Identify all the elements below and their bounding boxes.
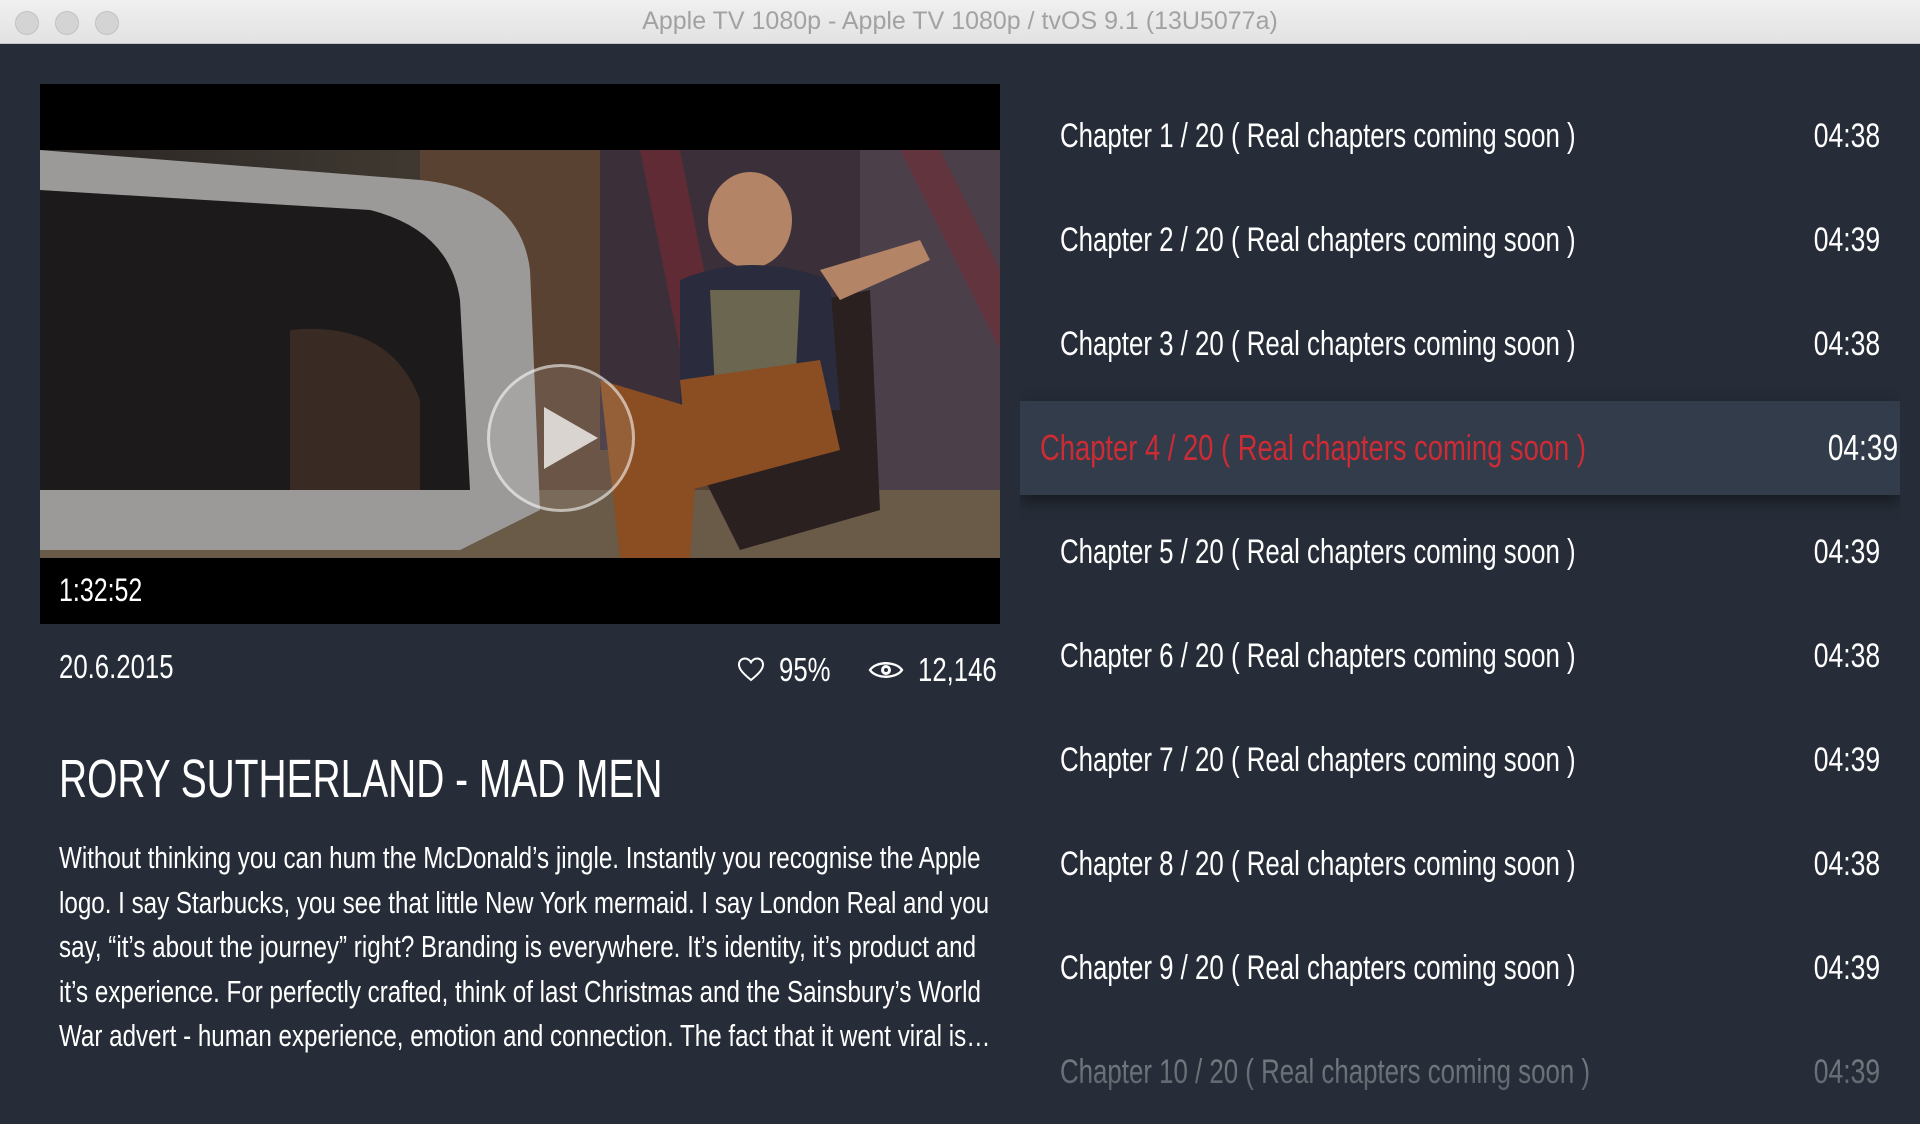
- chapter-duration: 04:39: [1813, 949, 1880, 987]
- chapter-duration: 04:38: [1813, 325, 1880, 363]
- chapter-label: Chapter 4 / 20 ( Real chapters coming so…: [1040, 427, 1586, 468]
- video-title: RORY SUTHERLAND - MAD MEN: [59, 749, 663, 809]
- chapter-row-2[interactable]: Chapter 2 / 20 ( Real chapters coming so…: [1020, 188, 1900, 292]
- likes-indicator: 95%: [737, 650, 845, 690]
- chapter-duration: 04:39: [1813, 533, 1880, 571]
- chapter-duration: 04:39: [1813, 741, 1880, 779]
- chapter-row-5[interactable]: Chapter 5 / 20 ( Real chapters coming so…: [1020, 500, 1900, 604]
- chapter-label: Chapter 9 / 20 ( Real chapters coming so…: [1060, 949, 1576, 987]
- chapter-label: Chapter 1 / 20 ( Real chapters coming so…: [1060, 117, 1576, 155]
- chapter-label: Chapter 2 / 20 ( Real chapters coming so…: [1060, 221, 1576, 259]
- window-title: Apple TV 1080p - Apple TV 1080p / tvOS 9…: [642, 7, 1278, 35]
- video-duration: 1:32:52: [59, 572, 143, 608]
- play-triangle-icon: [544, 407, 598, 469]
- video-thumbnail: [40, 150, 1000, 558]
- chapter-row-7[interactable]: Chapter 7 / 20 ( Real chapters coming so…: [1020, 708, 1900, 812]
- publish-date: 20.6.2015: [59, 648, 174, 685]
- chapter-duration: 04:38: [1813, 845, 1880, 883]
- app-window: Apple TV 1080p - Apple TV 1080p / tvOS 9…: [0, 0, 1920, 1124]
- chapter-label: Chapter 7 / 20 ( Real chapters coming so…: [1060, 741, 1576, 779]
- views-value: 12,146: [918, 651, 997, 688]
- title-bar: Apple TV 1080p - Apple TV 1080p / tvOS 9…: [0, 0, 1920, 44]
- chapter-label: Chapter 8 / 20 ( Real chapters coming so…: [1060, 845, 1576, 883]
- chapter-label: Chapter 6 / 20 ( Real chapters coming so…: [1060, 637, 1576, 675]
- chapter-label: Chapter 5 / 20 ( Real chapters coming so…: [1060, 533, 1576, 571]
- views-indicator: 12,146: [868, 650, 1019, 690]
- chapter-duration: 04:39: [1813, 221, 1880, 259]
- likes-value: 95%: [779, 651, 831, 688]
- chapter-list: Chapter 1 / 20 ( Real chapters coming so…: [1020, 84, 1900, 1124]
- chapter-duration: 04:39: [1827, 427, 1898, 468]
- chapter-row-6[interactable]: Chapter 6 / 20 ( Real chapters coming so…: [1020, 604, 1900, 708]
- play-icon[interactable]: [487, 364, 635, 512]
- video-player[interactable]: 1:32:52: [40, 84, 1000, 624]
- chapter-row-9[interactable]: Chapter 9 / 20 ( Real chapters coming so…: [1020, 916, 1900, 1020]
- heart-icon: [737, 657, 765, 682]
- chapter-row-1[interactable]: Chapter 1 / 20 ( Real chapters coming so…: [1020, 84, 1900, 188]
- chapter-row-4-selected[interactable]: Chapter 4 / 20 ( Real chapters coming so…: [1020, 401, 1900, 495]
- video-description: Without thinking you can hum the McDonal…: [59, 840, 990, 1053]
- chapter-row-8[interactable]: Chapter 8 / 20 ( Real chapters coming so…: [1020, 812, 1900, 916]
- eye-icon: [868, 662, 904, 678]
- chapter-list-fade: [1020, 1064, 1900, 1124]
- chapter-duration: 04:38: [1813, 637, 1880, 675]
- chapter-row-3[interactable]: Chapter 3 / 20 ( Real chapters coming so…: [1020, 292, 1900, 396]
- chapter-duration: 04:38: [1813, 117, 1880, 155]
- chapter-label: Chapter 3 / 20 ( Real chapters coming so…: [1060, 325, 1576, 363]
